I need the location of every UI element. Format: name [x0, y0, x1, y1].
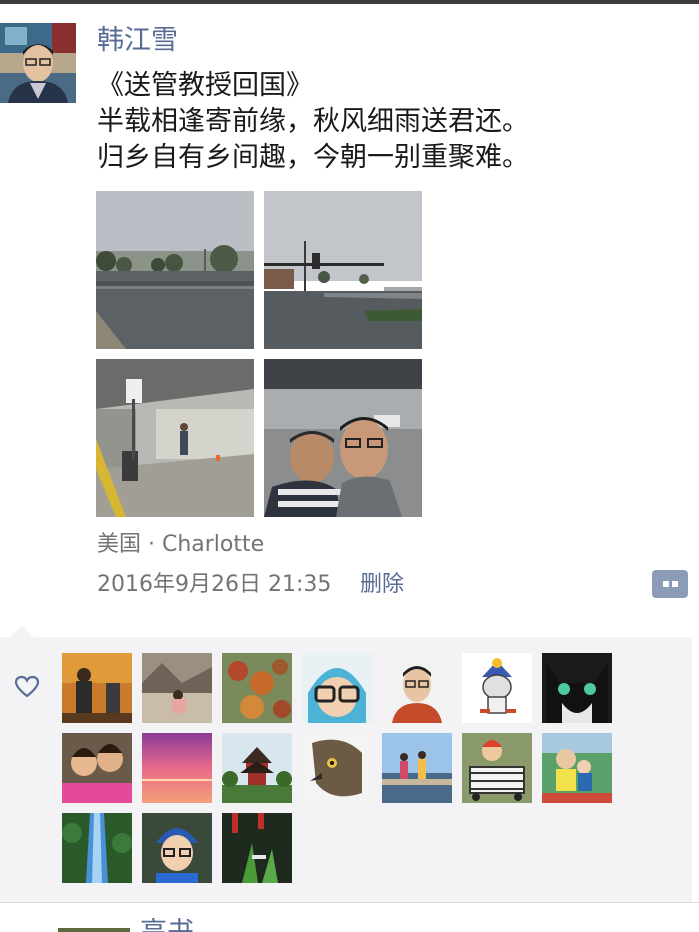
- liker-avatar-9[interactable]: [142, 733, 212, 803]
- liker-avatar-17[interactable]: [222, 813, 292, 883]
- post-text: 《送管教授回国》 半载相逢寄前缘，秋风细雨送君还。 归乡自有乡间趣，今朝一别重聚…: [97, 70, 529, 173]
- comment-more-icon: [663, 581, 669, 587]
- post-timestamp: 2016年9月26日 21:35: [97, 572, 332, 597]
- author-name[interactable]: 韩江雪: [97, 22, 178, 60]
- post-photo-3[interactable]: [96, 359, 254, 517]
- liker-avatar-6[interactable]: [462, 653, 532, 723]
- liker-avatar-12[interactable]: [382, 733, 452, 803]
- liker-avatar-16[interactable]: [142, 813, 212, 883]
- liker-avatar-15[interactable]: [62, 813, 132, 883]
- liker-avatar-7[interactable]: [542, 653, 612, 723]
- liker-avatar-14[interactable]: [542, 733, 612, 803]
- liker-avatar-1[interactable]: [62, 653, 132, 723]
- liker-avatar-10[interactable]: [222, 733, 292, 803]
- delete-button[interactable]: 删除: [360, 570, 404, 600]
- top-separator: [0, 0, 699, 4]
- comment-more-button[interactable]: [652, 570, 688, 598]
- next-post-avatar[interactable]: [58, 928, 130, 932]
- liker-avatar-4[interactable]: [302, 653, 372, 723]
- liker-avatar-2[interactable]: [142, 653, 212, 723]
- liker-avatar-3[interactable]: [222, 653, 292, 723]
- liker-avatar-11[interactable]: [302, 733, 372, 803]
- liker-avatar-5[interactable]: [382, 653, 452, 723]
- next-post-author[interactable]: 高书: [140, 918, 194, 932]
- post-photo-2[interactable]: [264, 191, 422, 349]
- post-divider: [0, 902, 699, 903]
- post-photo-1[interactable]: [96, 191, 254, 349]
- liker-avatar-13[interactable]: [462, 733, 532, 803]
- likes-caret: [10, 625, 34, 637]
- liker-avatar-8[interactable]: [62, 733, 132, 803]
- heart-icon: [14, 675, 40, 698]
- post-location[interactable]: 美国 · Charlotte: [97, 530, 264, 560]
- post-photo-4[interactable]: [264, 359, 422, 517]
- author-avatar[interactable]: [0, 23, 76, 103]
